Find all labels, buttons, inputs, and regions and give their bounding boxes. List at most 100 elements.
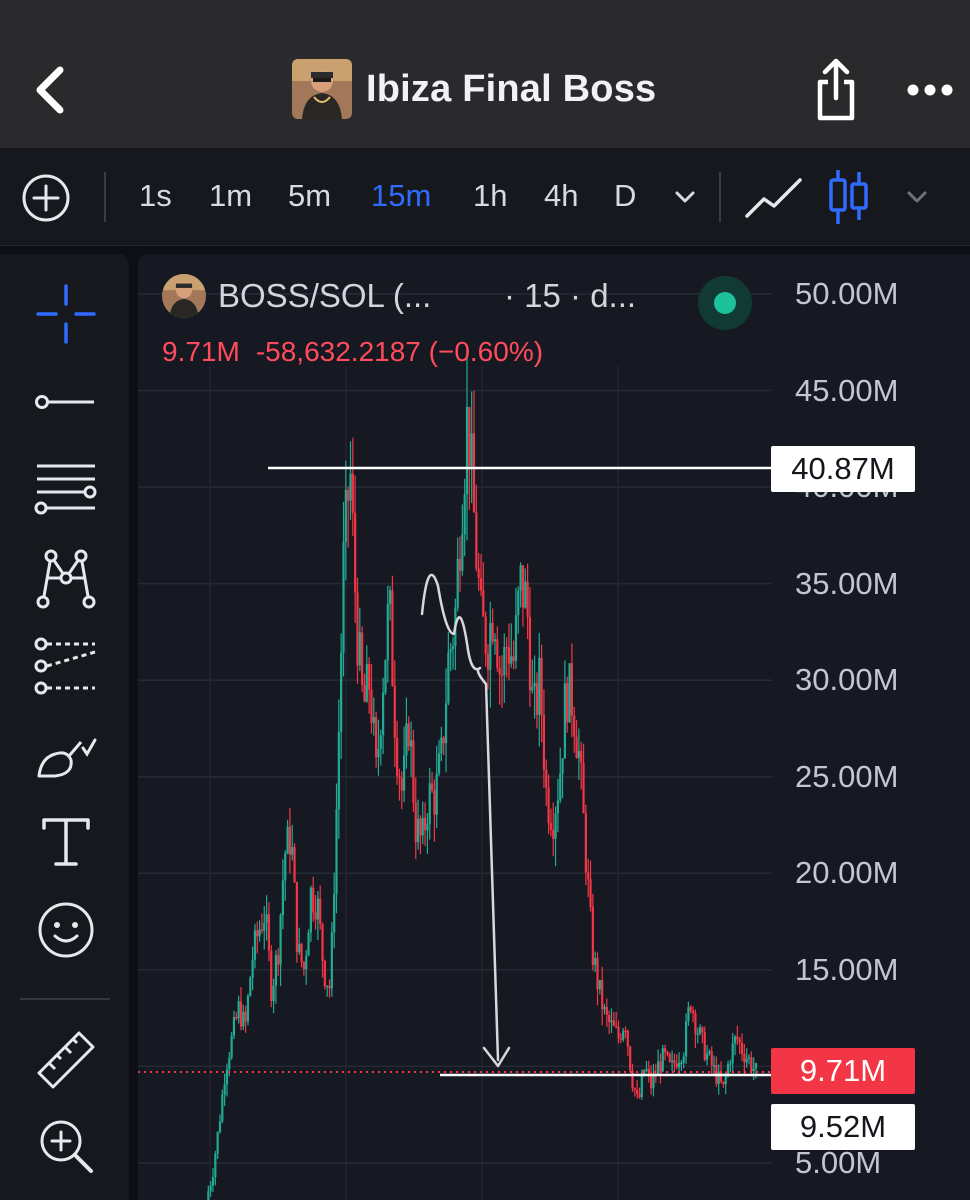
price-axis-label: 20.00M xyxy=(795,855,899,891)
candle-body xyxy=(421,817,424,836)
candle-body xyxy=(712,1064,716,1067)
candle-body xyxy=(379,735,382,749)
text-tool[interactable] xyxy=(24,800,108,884)
chevron-down-icon xyxy=(675,191,695,203)
candle-body xyxy=(705,1053,709,1060)
line-chart-button[interactable] xyxy=(744,172,804,222)
candle-body xyxy=(626,1030,629,1047)
candle-body xyxy=(673,1060,676,1064)
candle-body xyxy=(351,473,354,513)
candle-body xyxy=(400,778,403,791)
candle-body xyxy=(377,748,380,758)
candle-body xyxy=(498,667,501,675)
parallel-channel-tool[interactable] xyxy=(24,448,108,532)
candle-body xyxy=(547,787,550,824)
change-value: -58,632.2187 xyxy=(255,336,421,367)
candlestick-icon xyxy=(829,170,868,224)
market-status-indicator xyxy=(698,276,752,330)
chart-panel[interactable]: BOSS/SOL (... · 15 · d... 9.71M -58,632.2… xyxy=(138,254,970,1200)
candle-body xyxy=(517,590,520,616)
candle-body xyxy=(263,922,266,931)
candle-body xyxy=(661,1048,664,1072)
crosshair-tool[interactable] xyxy=(24,272,108,356)
candle-body xyxy=(552,829,555,839)
change-percent: (−0.60%) xyxy=(428,336,544,367)
price-axis-label: 35.00M xyxy=(795,565,899,601)
candle-body xyxy=(402,755,406,791)
timeframe-dropdown[interactable] xyxy=(668,180,702,214)
candle-body xyxy=(214,1153,217,1178)
candle-body xyxy=(228,1057,231,1069)
candle-body xyxy=(668,1053,671,1062)
symbol-interval: · 15 · d... xyxy=(504,277,637,314)
share-button[interactable] xyxy=(806,56,866,122)
candle-body xyxy=(717,1071,720,1084)
candle-body xyxy=(330,932,333,989)
candle-body xyxy=(291,847,294,855)
text-icon xyxy=(42,818,90,866)
candle-body xyxy=(612,1020,615,1026)
candle-body xyxy=(458,558,462,571)
candle-body xyxy=(615,1025,618,1028)
candle-body xyxy=(465,406,469,495)
timeframe-1m[interactable]: 1m xyxy=(209,176,252,216)
candle-body xyxy=(594,957,597,965)
horizontal-ray-tool[interactable] xyxy=(24,360,108,444)
candlestick-chart-button[interactable] xyxy=(826,168,872,226)
candle-body xyxy=(426,824,429,831)
candle-body xyxy=(696,1033,699,1035)
candle-body xyxy=(580,750,583,764)
projection-tool[interactable] xyxy=(24,624,108,708)
candle-body xyxy=(389,590,392,605)
emoji-tool[interactable] xyxy=(24,888,108,972)
candle-body xyxy=(566,683,569,723)
emoji-icon xyxy=(38,902,94,958)
candle-body xyxy=(435,773,438,815)
chart-type-dropdown[interactable] xyxy=(900,180,934,214)
candle-body xyxy=(724,1075,727,1085)
candle-body xyxy=(507,647,511,664)
zoom-tool[interactable] xyxy=(24,1104,108,1188)
brush-tool[interactable] xyxy=(24,712,108,796)
candle-body xyxy=(664,1048,667,1052)
ruler-tool[interactable] xyxy=(24,1018,108,1102)
candle-body xyxy=(393,685,396,738)
candle-body xyxy=(384,660,387,693)
pattern-tool[interactable] xyxy=(24,536,108,620)
back-button[interactable] xyxy=(22,60,78,120)
candle-body xyxy=(372,717,375,723)
candle-body xyxy=(221,1094,224,1122)
candle-body xyxy=(633,1088,636,1091)
brush-icon xyxy=(37,738,97,778)
more-button[interactable] xyxy=(896,62,962,118)
candle-body xyxy=(358,632,361,666)
candle-body xyxy=(677,1062,681,1068)
timeframe-1s[interactable]: 1s xyxy=(139,176,172,216)
price-axis-label: 30.00M xyxy=(795,662,899,698)
timeframe-d[interactable]: D xyxy=(614,176,636,216)
last-price-tag: 9.71M xyxy=(771,1048,915,1094)
candle-body xyxy=(500,674,504,676)
candle-body xyxy=(684,1021,688,1057)
candle-body xyxy=(535,683,539,715)
candle-body xyxy=(375,717,378,758)
candle-body xyxy=(463,494,466,535)
timeframe-4h[interactable]: 4h xyxy=(544,176,578,216)
candle-body xyxy=(423,817,427,831)
candle-body xyxy=(710,1051,713,1066)
candle-body xyxy=(442,737,445,744)
add-indicator-button[interactable] xyxy=(20,172,72,224)
candle-body xyxy=(398,775,401,779)
candle-body xyxy=(584,813,587,873)
candle-body xyxy=(689,1007,692,1011)
timeframe-1h[interactable]: 1h xyxy=(473,176,507,216)
timeframe-15m[interactable]: 15m xyxy=(371,176,431,216)
price-axis-label: 15.00M xyxy=(795,951,899,987)
candle-body xyxy=(416,818,420,843)
candle-body xyxy=(286,826,289,854)
timeframe-5m[interactable]: 5m xyxy=(288,176,331,216)
candle-body xyxy=(666,1051,669,1054)
candle-body xyxy=(631,1070,634,1089)
chart-legend[interactable]: BOSS/SOL (... · 15 · d... 9.71M -58,632.2… xyxy=(162,274,782,367)
candle-body xyxy=(218,1121,222,1133)
